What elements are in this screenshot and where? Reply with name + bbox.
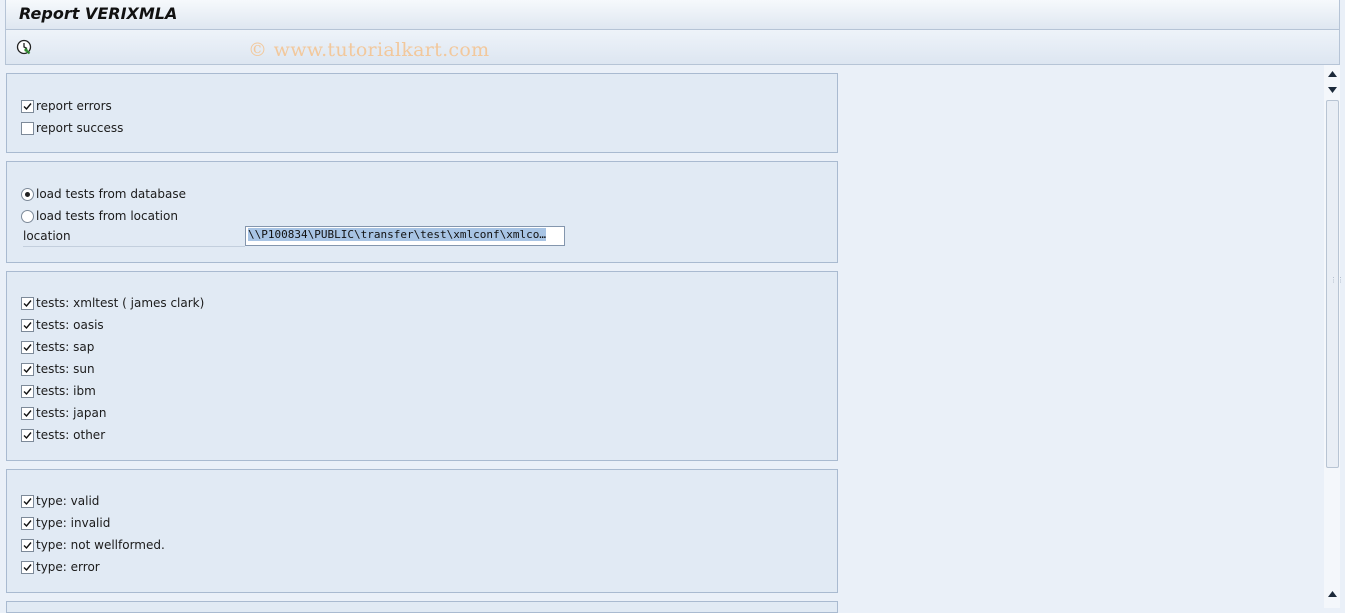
page-title: Report VERIXMLA <box>19 4 178 23</box>
test-label: tests: oasis <box>36 318 104 332</box>
test-label: tests: sap <box>36 340 95 354</box>
test-checkbox[interactable] <box>21 406 34 420</box>
test-label: tests: japan <box>36 406 107 420</box>
load-from-location-row: load tests from location <box>21 206 178 226</box>
test-checkbox[interactable] <box>21 340 34 354</box>
test-row: tests: sap <box>21 337 94 357</box>
execute-clock-icon[interactable] <box>15 38 33 56</box>
types-frame: type: valid type: invalid type: not well… <box>6 469 838 593</box>
test-row: tests: oasis <box>21 315 104 335</box>
load-from-database-radio[interactable] <box>21 187 34 201</box>
grip-icon: ⋮⋮ <box>1330 276 1344 284</box>
load-from-database-label: load tests from database <box>36 187 186 201</box>
test-checkbox[interactable] <box>21 362 34 376</box>
test-checkbox[interactable] <box>21 428 34 442</box>
test-row: tests: xmltest ( james clark) <box>21 293 204 313</box>
type-checkbox[interactable] <box>21 516 34 530</box>
radio-selected-dot <box>25 191 30 197</box>
report-errors-row: report errors <box>21 96 112 116</box>
test-source-frame: load tests from database load tests from… <box>6 161 838 263</box>
type-label: type: invalid <box>36 516 111 530</box>
type-label: type: valid <box>36 494 100 508</box>
tests-frame: tests: xmltest ( james clark) tests: oas… <box>6 271 838 461</box>
load-from-database-row: load tests from database <box>21 184 186 204</box>
load-from-location-radio[interactable] <box>21 209 34 223</box>
report-errors-label: report errors <box>36 99 112 113</box>
scroll-up-arrow-icon[interactable] <box>1324 67 1340 81</box>
report-success-label: report success <box>36 121 124 135</box>
scroll-down-arrow-icon[interactable] <box>1324 83 1340 97</box>
location-value: \\P100834\PUBLIC\transfer\test\xmlconf\x… <box>248 228 547 241</box>
test-row: tests: ibm <box>21 381 96 401</box>
type-checkbox[interactable] <box>21 494 34 508</box>
type-label: type: error <box>36 560 100 574</box>
test-checkbox[interactable] <box>21 384 34 398</box>
test-row: tests: japan <box>21 403 106 423</box>
next-frame-partial <box>6 601 838 613</box>
test-checkbox[interactable] <box>21 296 34 310</box>
test-label: tests: xmltest ( james clark) <box>36 296 205 310</box>
type-row: type: not wellformed. <box>21 535 165 555</box>
report-success-checkbox[interactable] <box>21 121 34 135</box>
location-label-cell: location <box>23 229 245 247</box>
application-toolbar: © www.tutorialkart.com <box>5 30 1340 65</box>
type-checkbox[interactable] <box>21 538 34 552</box>
watermark-text: © www.tutorialkart.com <box>248 39 490 61</box>
load-from-location-label: load tests from location <box>36 209 178 223</box>
test-label: tests: other <box>36 428 106 442</box>
type-row: type: invalid <box>21 513 110 533</box>
test-label: tests: sun <box>36 362 95 376</box>
scroll-up-bottom-arrow-icon[interactable] <box>1324 587 1340 601</box>
title-bar: Report VERIXMLA <box>5 0 1340 30</box>
test-checkbox[interactable] <box>21 318 34 332</box>
type-label: type: not wellformed. <box>36 538 165 552</box>
location-input[interactable]: \\P100834\PUBLIC\transfer\test\xmlconf\x… <box>245 226 565 246</box>
vertical-scrollbar[interactable]: ⋮⋮ <box>1324 65 1344 608</box>
test-label: tests: ibm <box>36 384 96 398</box>
test-row: tests: sun <box>21 359 95 379</box>
location-label: location <box>23 229 71 243</box>
type-row: type: error <box>21 557 100 577</box>
report-options-frame: report errors report success <box>6 73 838 153</box>
report-success-row: report success <box>21 118 123 138</box>
report-errors-checkbox[interactable] <box>21 99 34 113</box>
type-row: type: valid <box>21 491 99 511</box>
test-row: tests: other <box>21 425 105 445</box>
type-checkbox[interactable] <box>21 560 34 574</box>
scrollbar-thumb[interactable]: ⋮⋮ <box>1326 100 1344 468</box>
